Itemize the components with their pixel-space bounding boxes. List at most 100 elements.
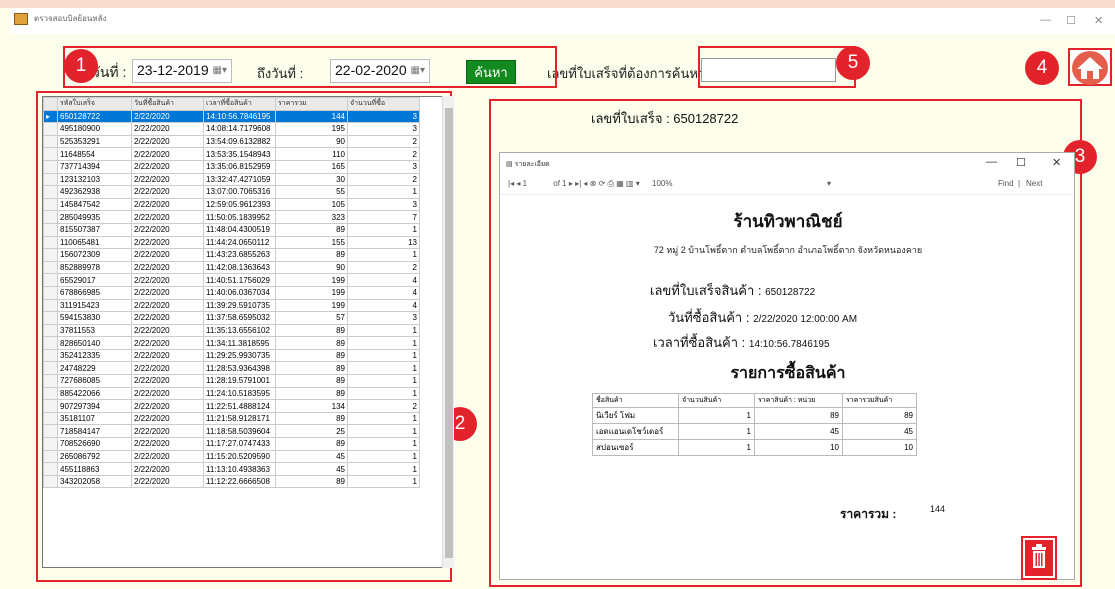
- row-header[interactable]: [43, 374, 58, 388]
- prev-page-icon[interactable]: ◂: [516, 179, 520, 188]
- table-cell[interactable]: 2/22/2020: [131, 159, 204, 174]
- row-header[interactable]: [43, 449, 58, 464]
- column-header-quantity[interactable]: จำนวนที่ซื้อ: [347, 97, 420, 111]
- next-page-icon[interactable]: ▸: [569, 179, 573, 188]
- scrollbar-thumb[interactable]: [445, 108, 453, 558]
- table-cell[interactable]: 4: [347, 298, 420, 313]
- table-row[interactable]: 594153830 2/22/2020 11:37:58.6595032 57 3: [43, 311, 420, 325]
- table-cell[interactable]: 2/22/2020: [131, 424, 204, 439]
- table-cell[interactable]: 885422066: [57, 386, 132, 401]
- table-cell[interactable]: 1: [347, 424, 420, 439]
- row-header[interactable]: [43, 424, 58, 439]
- zoom-dropdown-icon[interactable]: ▾: [827, 179, 831, 188]
- table-cell[interactable]: 594153830: [57, 311, 132, 325]
- table-cell[interactable]: 3: [347, 159, 420, 174]
- table-cell[interactable]: 2: [347, 147, 420, 161]
- table-cell[interactable]: 2/22/2020: [131, 361, 204, 376]
- table-cell[interactable]: 352412335: [57, 348, 132, 363]
- table-row[interactable]: 885422066 2/22/2020 11:24:10.5183595 89 1: [43, 386, 420, 401]
- table-cell[interactable]: 3: [347, 122, 420, 136]
- table-cell[interactable]: 1: [347, 248, 420, 262]
- table-cell[interactable]: 1: [347, 374, 420, 388]
- table-cell[interactable]: 11:24:10.5183595: [203, 386, 276, 401]
- table-cell[interactable]: 13:53:35.1548943: [203, 147, 276, 161]
- table-cell[interactable]: 2/22/2020: [131, 260, 204, 275]
- table-row[interactable]: 24748229 2/22/2020 11:28:53.9364398 89 1: [43, 361, 420, 376]
- stop-icon[interactable]: ⊗: [590, 179, 597, 188]
- table-cell[interactable]: 89: [275, 222, 348, 237]
- column-header-total[interactable]: ราคารวม: [275, 97, 348, 111]
- report-maximize-icon[interactable]: ☐: [1016, 156, 1026, 169]
- table-cell[interactable]: 2/22/2020: [131, 386, 204, 401]
- table-cell[interactable]: 2/22/2020: [131, 222, 204, 237]
- table-cell[interactable]: 156072309: [57, 248, 132, 262]
- table-cell[interactable]: 89: [275, 248, 348, 262]
- table-cell[interactable]: 727686085: [57, 374, 132, 388]
- table-cell[interactable]: 123132103: [57, 172, 132, 187]
- row-header[interactable]: [43, 386, 58, 401]
- table-cell[interactable]: 1: [347, 386, 420, 401]
- table-cell[interactable]: 1: [347, 462, 420, 476]
- table-cell[interactable]: 155: [275, 235, 348, 250]
- table-cell[interactable]: 2/22/2020: [131, 235, 204, 250]
- table-row[interactable]: 492362938 2/22/2020 13:07:00.7065316 55 1: [43, 185, 420, 199]
- table-cell[interactable]: 45: [275, 462, 348, 476]
- table-cell[interactable]: 13:35:06.8152959: [203, 159, 276, 174]
- table-cell[interactable]: 2/22/2020: [131, 210, 204, 224]
- table-row[interactable]: 815507387 2/22/2020 11:48:04.4300519 89 1: [43, 222, 420, 237]
- table-cell[interactable]: 2/22/2020: [131, 323, 204, 338]
- table-cell[interactable]: 89: [275, 386, 348, 401]
- row-header[interactable]: [43, 474, 58, 489]
- table-cell[interactable]: 2/22/2020: [131, 399, 204, 413]
- table-cell[interactable]: 2/22/2020: [131, 411, 204, 426]
- table-cell[interactable]: 2/22/2020: [131, 134, 204, 149]
- zoom-select[interactable]: 100%: [652, 179, 672, 188]
- table-cell[interactable]: 4: [347, 285, 420, 300]
- first-page-icon[interactable]: |◂: [508, 179, 514, 188]
- home-button[interactable]: [1068, 48, 1112, 86]
- table-cell[interactable]: 11:21:58.9128171: [203, 411, 276, 426]
- table-cell[interactable]: 492362938: [57, 185, 132, 199]
- row-header[interactable]: [43, 336, 58, 350]
- table-cell[interactable]: 1: [347, 449, 420, 464]
- table-row[interactable]: 265086792 2/22/2020 11:15:20.5209590 45 1: [43, 449, 420, 464]
- table-row[interactable]: 907297394 2/22/2020 11:22:51.4888124 134 2: [43, 399, 420, 413]
- table-cell[interactable]: 11:22:51.4888124: [203, 399, 276, 413]
- table-cell[interactable]: 11:17:27.0747433: [203, 437, 276, 451]
- row-header[interactable]: [43, 361, 58, 376]
- table-cell[interactable]: 35181107: [57, 411, 132, 426]
- table-cell[interactable]: 907297394: [57, 399, 132, 413]
- table-cell[interactable]: 3: [347, 109, 420, 124]
- table-cell[interactable]: 45: [275, 449, 348, 464]
- table-cell[interactable]: 110065481: [57, 235, 132, 250]
- table-cell[interactable]: 11:50:05.1839952: [203, 210, 276, 224]
- grid-scrollbar[interactable]: [442, 96, 454, 568]
- table-cell[interactable]: 815507387: [57, 222, 132, 237]
- receipts-grid[interactable]: รหัสใบเสร็จ วันที่ซื้อสินค้า เวลาที่ซื้อ…: [42, 96, 454, 568]
- row-header[interactable]: [43, 134, 58, 149]
- table-cell[interactable]: 11648554: [57, 147, 132, 161]
- table-row[interactable]: 828650140 2/22/2020 11:34:11.3818595 89 1: [43, 336, 420, 350]
- table-cell[interactable]: 65529017: [57, 273, 132, 287]
- table-cell[interactable]: 2/22/2020: [131, 474, 204, 489]
- table-row[interactable]: 145847542 2/22/2020 12:59:05.9612393 105 3: [43, 197, 420, 212]
- table-row[interactable]: 455118863 2/22/2020 11:13:10.4938363 45 1: [43, 462, 420, 476]
- next-link[interactable]: Next: [1026, 179, 1042, 188]
- table-cell[interactable]: 11:42:08.1363643: [203, 260, 276, 275]
- row-header[interactable]: [43, 323, 58, 338]
- table-cell[interactable]: 265086792: [57, 449, 132, 464]
- report-minimize-icon[interactable]: —: [986, 156, 997, 168]
- table-row[interactable]: 65529017 2/22/2020 11:40:51.1756029 199 4: [43, 273, 420, 287]
- table-cell[interactable]: 2/22/2020: [131, 109, 204, 124]
- table-cell[interactable]: 2/22/2020: [131, 122, 204, 136]
- column-header-receipt-id[interactable]: รหัสใบเสร็จ: [57, 97, 132, 111]
- table-cell[interactable]: 2/22/2020: [131, 285, 204, 300]
- table-cell[interactable]: 89: [275, 336, 348, 350]
- table-cell[interactable]: 11:28:19.5791001: [203, 374, 276, 388]
- table-cell[interactable]: 199: [275, 298, 348, 313]
- column-header-time[interactable]: เวลาที่ซื้อสินค้า: [203, 97, 276, 111]
- table-cell[interactable]: 11:35:13.6556102: [203, 323, 276, 338]
- table-cell[interactable]: 11:39:29.5910735: [203, 298, 276, 313]
- table-cell[interactable]: 55: [275, 185, 348, 199]
- table-cell[interactable]: 195: [275, 122, 348, 136]
